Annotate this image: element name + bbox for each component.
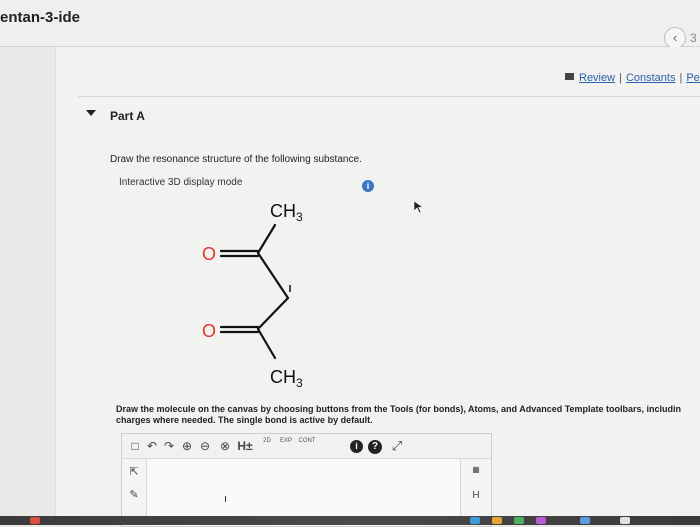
tab-title: entan-3-ide: [0, 9, 81, 26]
hydrogen-toggle-button[interactable]: H±: [235, 438, 255, 454]
link-separator: |: [619, 72, 622, 84]
constants-link[interactable]: Constants: [626, 72, 676, 84]
oxygen-label: O: [202, 244, 216, 264]
undo-icon[interactable]: ↶: [145, 438, 159, 454]
dock-app-icon[interactable]: [470, 517, 480, 524]
editor-toolbar: □ ↶ ↷ ⊕ ⊖ ⊗ H± 2D EXP CONT i ? ⤢: [122, 434, 491, 459]
os-dock: [0, 516, 700, 525]
drawing-canvas[interactable]: [225, 496, 226, 502]
page-count: 3: [690, 31, 697, 45]
review-link[interactable]: Review: [579, 72, 615, 84]
info-icon[interactable]: i: [350, 440, 363, 453]
molecule-editor: □ ↶ ↷ ⊕ ⊖ ⊗ H± 2D EXP CONT i ? ⤢ ⇱ ✎ ▦ H: [121, 433, 492, 527]
bond-c2-c3: [256, 251, 290, 300]
help-icon[interactable]: ?: [368, 440, 382, 454]
question-text: Draw the resonance structure of the foll…: [110, 154, 362, 165]
instructions-text: Draw the molecule on the canvas by choos…: [116, 404, 700, 426]
contract-button[interactable]: CONT: [298, 438, 316, 454]
bottom-methyl-label: CH3: [270, 367, 303, 390]
dock-app-icon[interactable]: [620, 517, 630, 524]
dock-app-icon[interactable]: [536, 517, 546, 524]
dock-app-icon[interactable]: [580, 517, 590, 524]
browser-top-bar: entan-3-ide ‹ 3: [0, 0, 700, 49]
periodic-table-link[interactable]: Perio: [686, 72, 700, 84]
dock-app-icon[interactable]: [514, 517, 524, 524]
bond-ch3-c2: [256, 223, 277, 255]
mouse-cursor-icon: [413, 200, 424, 214]
zoom-in-icon[interactable]: ⊕: [180, 438, 194, 454]
dock-app-icon[interactable]: [30, 517, 40, 524]
2d-view-button[interactable]: 2D: [260, 438, 274, 454]
resource-links: Review|Constants|Perio: [565, 72, 700, 84]
collapse-triangle-icon[interactable]: [86, 110, 96, 116]
expand-button[interactable]: EXP: [278, 438, 294, 454]
info-icon[interactable]: i: [362, 180, 374, 192]
dock-app-icon[interactable]: [492, 517, 502, 524]
review-icon: [565, 73, 574, 80]
oxygen-label: O: [202, 321, 216, 341]
link-separator: |: [679, 72, 683, 84]
eraser-icon[interactable]: ✎: [126, 488, 142, 501]
instructions-line-2: charges where needed. The single bond is…: [116, 415, 373, 425]
fullscreen-icon[interactable]: ⤢: [390, 438, 404, 454]
instructions-line-1: Draw the molecule on the canvas by choos…: [116, 404, 682, 414]
molecule-structure: CH3 O O CH3: [202, 201, 303, 390]
selection-tool-icon[interactable]: ⇱: [126, 465, 142, 478]
redo-icon[interactable]: ↷: [162, 438, 176, 454]
periodic-table-icon[interactable]: ▦: [467, 465, 485, 474]
back-button[interactable]: ‹: [664, 27, 686, 49]
part-title[interactable]: Part A: [110, 109, 145, 123]
clear-icon[interactable]: ⊗: [218, 438, 232, 454]
top-methyl-label: CH3: [270, 201, 303, 224]
new-document-icon[interactable]: □: [128, 438, 142, 454]
divider: [78, 96, 700, 97]
bond-c3-c4: [256, 296, 290, 331]
zoom-out-icon[interactable]: ⊖: [198, 438, 212, 454]
display-mode-label[interactable]: Interactive 3D display mode: [119, 177, 242, 188]
bond-c4-ch3: [256, 327, 277, 360]
chevron-left-icon: ‹: [672, 30, 678, 45]
hydrogen-atom-button[interactable]: H: [467, 490, 485, 501]
